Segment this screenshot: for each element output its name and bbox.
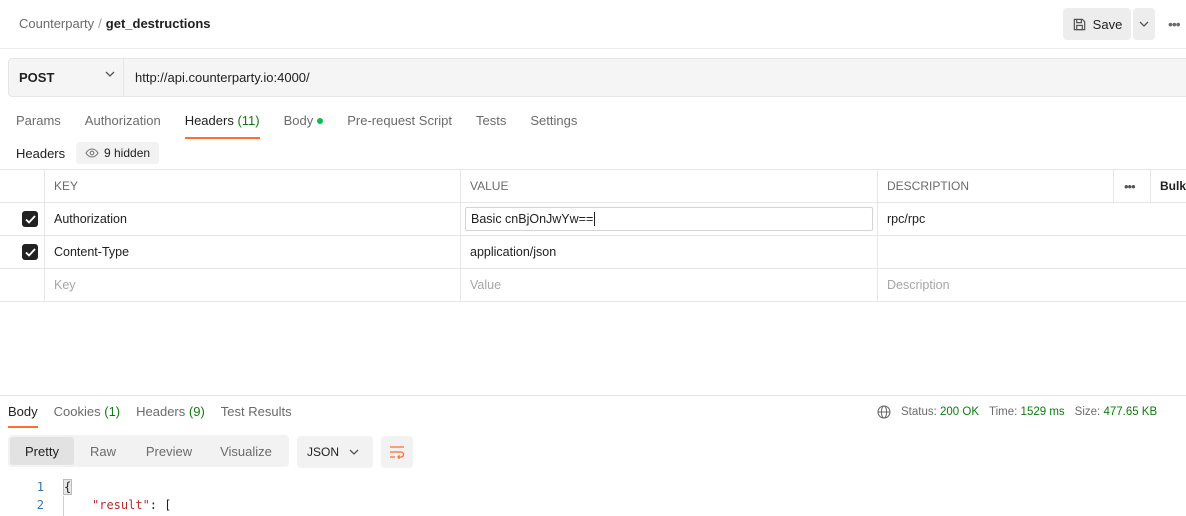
header-key[interactable]: Content-Type (54, 236, 129, 268)
response-meta: Status: 200 OK Time: 1529 ms Size: 477.6… (877, 404, 1157, 420)
checkmark-icon (24, 214, 36, 224)
breadcrumb: Counterparty / get_destructions (19, 16, 211, 31)
tab-authorization[interactable]: Authorization (85, 113, 161, 139)
hidden-headers-toggle[interactable]: 9 hidden (76, 142, 160, 164)
checkmark-icon (24, 247, 36, 257)
format-select[interactable]: JSON (297, 436, 373, 468)
format-label: JSON (307, 445, 340, 459)
headers-section-title: Headers (16, 146, 66, 161)
code-line: 2 "result": [ (0, 496, 1186, 514)
status-value: 200 OK (940, 406, 980, 418)
size-value: 477.65 KB (1103, 406, 1158, 418)
time-value: 1529 ms (1020, 406, 1065, 418)
tab-body[interactable]: Body (284, 113, 324, 139)
header-value-input[interactable]: Basic cnBjOnJwYw== (465, 207, 873, 231)
breadcrumb-collection[interactable]: Counterparty (19, 16, 94, 31)
table-header-row: KEY VALUE DESCRIPTION ••• Bulk Edit (0, 169, 1186, 203)
tab-test-results[interactable]: Test Results (221, 404, 292, 428)
method-label: POST (19, 70, 55, 85)
table-row-new: Key Value Description (0, 269, 1186, 302)
tab-pre-request-script[interactable]: Pre-request Script (347, 113, 452, 139)
globe-icon[interactable] (877, 405, 891, 419)
indent-guide (63, 496, 64, 516)
code-text: { (62, 479, 73, 495)
status-info[interactable]: Status: 200 OK (901, 406, 979, 418)
headers-count: (11) (237, 113, 260, 128)
new-value-input[interactable]: Value (470, 269, 501, 301)
save-button[interactable]: Save (1063, 8, 1131, 40)
save-label: Save (1092, 16, 1123, 32)
chevron-down-icon (1139, 21, 1149, 27)
table-row: Authorization Basic cnBjOnJwYw== rpc/rpc (0, 203, 1186, 236)
row-checkbox[interactable] (22, 236, 38, 268)
wrap-lines-icon (390, 446, 405, 459)
column-value: VALUE (470, 179, 509, 193)
row-checkbox[interactable] (22, 203, 38, 235)
tab-params[interactable]: Params (16, 113, 61, 139)
column-key: KEY (54, 179, 79, 193)
save-options-button[interactable] (1133, 8, 1155, 40)
text-cursor (594, 212, 596, 226)
tab-headers[interactable]: Headers (11) (184, 113, 260, 139)
new-description-input[interactable]: Description (887, 269, 950, 301)
request-name[interactable]: get_destructions (106, 16, 211, 31)
new-key-input[interactable]: Key (54, 269, 76, 301)
tab-tests[interactable]: Tests (476, 113, 506, 139)
tab-cookies[interactable]: Cookies (1) (54, 404, 120, 428)
url-input[interactable]: http://api.counterparty.io:4000/ (135, 70, 310, 85)
code-line: 1 { (0, 478, 1186, 496)
url-bar: POST http://api.counterparty.io:4000/ (8, 58, 1186, 97)
column-options-icon[interactable]: ••• (1124, 170, 1136, 202)
code-text: "result": [ (92, 498, 172, 512)
request-tabs: Params Authorization Headers (11) Body P… (16, 113, 577, 139)
body-indicator-dot (317, 117, 324, 124)
save-icon (1073, 18, 1085, 30)
response-tabs: Body Cookies (1) Headers (9) Test Result… (8, 404, 292, 428)
table-row: Content-Type application/json (0, 236, 1186, 269)
line-number: 2 (36, 498, 44, 512)
chevron-down-icon (105, 71, 115, 77)
header-description[interactable]: rpc/rpc (887, 203, 925, 235)
view-visualize[interactable]: Visualize (206, 437, 286, 465)
breadcrumb-separator: / (98, 16, 102, 31)
tab-settings[interactable]: Settings (530, 113, 577, 139)
header-value[interactable]: application/json (470, 236, 556, 268)
view-mode-switcher: Pretty Raw Preview Visualize (8, 435, 289, 467)
view-pretty[interactable]: Pretty (10, 437, 74, 465)
tab-response-headers[interactable]: Headers (9) (136, 404, 205, 428)
bulk-edit-button[interactable]: Bulk Edit (1160, 170, 1186, 202)
column-description: DESCRIPTION (887, 179, 970, 193)
header-key[interactable]: Authorization (54, 203, 127, 235)
chevron-down-icon (349, 449, 359, 455)
top-bar: Counterparty / get_destructions Save ••• (0, 0, 1186, 49)
more-options-icon[interactable]: ••• (1168, 14, 1186, 34)
line-number: 1 (36, 480, 44, 494)
time-info[interactable]: Time: 1529 ms (989, 406, 1065, 418)
method-select[interactable]: POST (9, 59, 124, 96)
view-raw[interactable]: Raw (74, 437, 132, 465)
eye-icon (85, 148, 99, 158)
wrap-lines-button[interactable] (381, 436, 413, 468)
view-preview[interactable]: Preview (132, 437, 206, 465)
size-info[interactable]: Size: 477.65 KB (1075, 406, 1158, 418)
hidden-count-label: 9 hidden (104, 146, 151, 160)
response-divider[interactable] (0, 395, 1186, 396)
tab-response-body[interactable]: Body (8, 404, 38, 428)
